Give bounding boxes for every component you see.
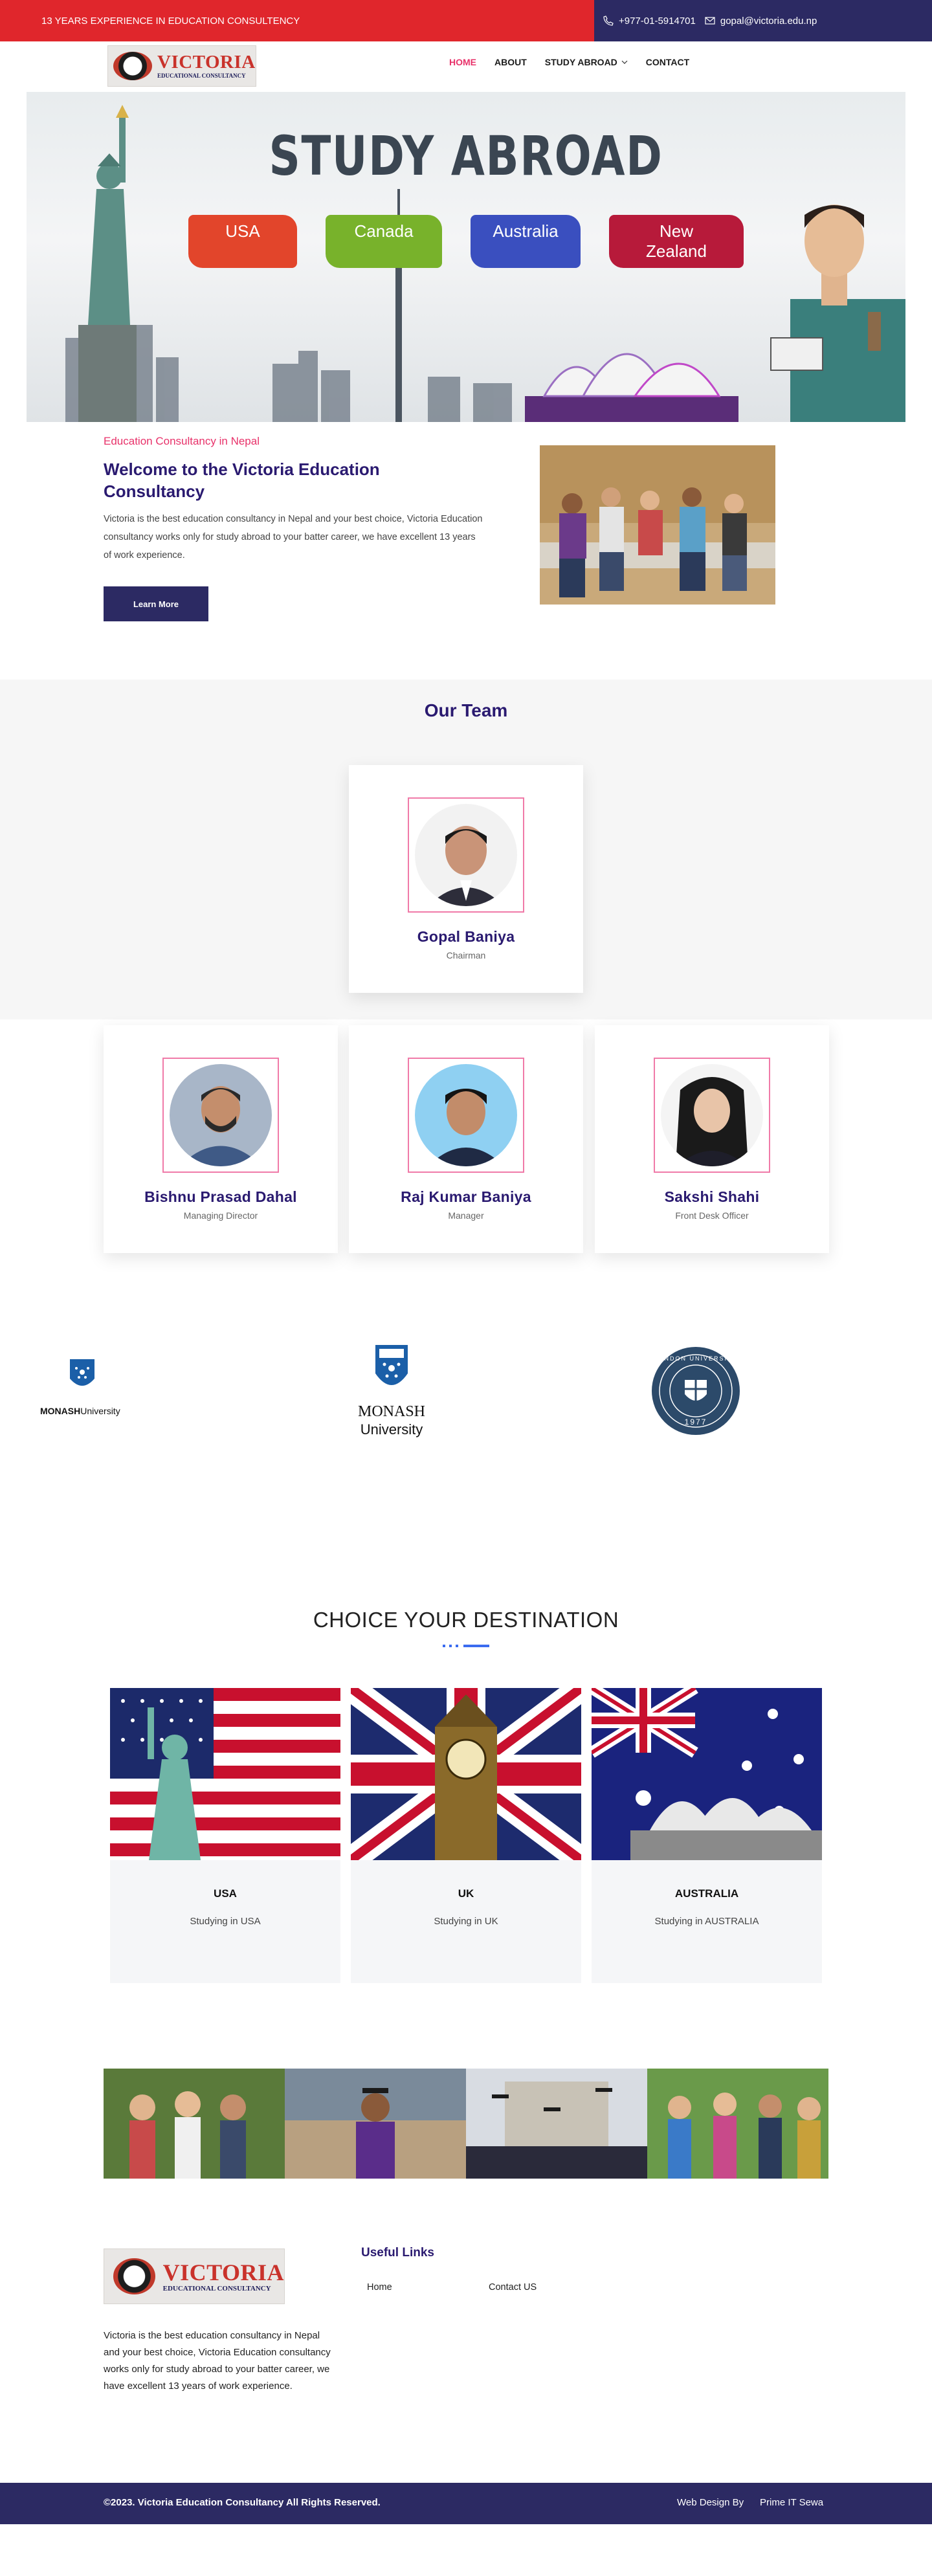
destinations-title: CHOICE YOUR DESTINATION [313, 1608, 619, 1632]
gallery-photo-graduate[interactable] [285, 2069, 466, 2179]
member-name: Sakshi Shahi [664, 1188, 760, 1205]
logo-name: VICTORIA [162, 2259, 284, 2285]
partner-monash-small[interactable]: MONASHUniversity [40, 1357, 124, 1421]
destination-desc: Studying in UK [434, 1916, 498, 1927]
nav-contact[interactable]: CONTACT [646, 57, 689, 67]
seal-text: LONDON UNIVERSITY [654, 1355, 738, 1362]
copyright-bar: ©2023. Victoria Education Consultancy Al… [0, 2483, 932, 2524]
destination-name: UK [458, 1887, 474, 1900]
top-bar: 13 YEARS EXPERIENCE IN EDUCATION CONSULT… [0, 0, 932, 41]
learn-more-button[interactable]: Learn More [104, 586, 208, 621]
logo-tagline: EDUCATIONAL CONSULTANCY [162, 2284, 271, 2293]
site-logo[interactable]: VICTORIA EDUCATIONAL CONSULTANCY [107, 45, 256, 87]
email-link[interactable]: gopal@victoria.edu.np [705, 16, 817, 27]
destination-name: USA [214, 1887, 237, 1900]
destination-desc: Studying in AUSTRALIA [654, 1916, 759, 1927]
site-header: VICTORIA EDUCATIONAL CONSULTANCY HOME AB… [0, 41, 932, 89]
hero-banner: STUDY ABROAD USA Canada Australia New Ze… [27, 92, 905, 422]
title-underline [443, 1645, 489, 1647]
hero-title: STUDY ABROAD [269, 124, 663, 188]
phone-link[interactable]: +977-01-5914701 [603, 16, 696, 27]
footer-link-home[interactable]: Home [367, 2282, 392, 2293]
uk-flag-photo [351, 1688, 581, 1860]
monash-crest-icon [70, 1359, 94, 1386]
destination-card-australia[interactable]: AUSTRALIA Studying in AUSTRALIA [592, 1688, 822, 1983]
gallery-photo-group[interactable] [647, 2069, 828, 2179]
experience-text: 13 YEARS EXPERIENCE IN EDUCATION CONSULT… [41, 15, 300, 27]
member-role: Chairman [446, 950, 486, 960]
main-nav: HOME ABOUT STUDY ABROAD CONTACT [449, 57, 689, 67]
destination-card-usa[interactable]: USA Studying in USA [110, 1688, 340, 1983]
logo-tagline: EDUCATIONAL CONSULTANCY [157, 72, 246, 79]
tag-canada: Canada [326, 215, 442, 268]
member-name: Gopal Baniya [417, 928, 515, 945]
australia-flag-photo [592, 1688, 822, 1860]
destination-desc: Studying in USA [190, 1916, 261, 1927]
team-card-managing-director: Bishnu Prasad Dahal Managing Director [104, 1025, 338, 1253]
member-role: Manager [448, 1210, 484, 1221]
nav-study-abroad[interactable]: STUDY ABROAD [545, 57, 628, 67]
experience-banner: 13 YEARS EXPERIENCE IN EDUCATION CONSULT… [0, 0, 594, 41]
destination-name: AUSTRALIA [674, 1887, 739, 1900]
phone-icon [603, 16, 614, 26]
team-title: Our Team [424, 700, 508, 720]
tag-australia: Australia [471, 215, 581, 268]
member-photo-frame [408, 797, 524, 913]
avatar [170, 1064, 272, 1166]
destination-card-uk[interactable]: UK Studying in UK [351, 1688, 581, 1983]
partner-monash-large[interactable]: MONASH University [350, 1342, 434, 1439]
member-photo-frame [162, 1058, 279, 1173]
nav-home[interactable]: HOME [449, 57, 476, 67]
monash-small-bold: MONASH [40, 1406, 81, 1416]
avatar [661, 1064, 763, 1166]
photo-gallery [104, 2069, 828, 2179]
monash-large-line2: University [360, 1421, 423, 1438]
students-photo [540, 445, 775, 605]
logo-name: VICTORIA [157, 52, 256, 72]
footer-link-contact[interactable]: Contact US [489, 2282, 537, 2293]
about-text: Victoria is the best education consultan… [104, 514, 483, 561]
seal-year: 1977 [684, 1417, 707, 1427]
usa-flag-photo [110, 1688, 340, 1860]
gallery-photo-graduation-caps[interactable] [466, 2069, 647, 2179]
footer-about-text: Victoria is the best education consultan… [104, 2330, 331, 2392]
nav-study-abroad-label: STUDY ABROAD [544, 57, 617, 67]
email-address: gopal@victoria.edu.np [720, 15, 817, 27]
chevron-down-icon [621, 60, 628, 64]
copyright-text: ©2023. Victoria Education Consultancy Al… [104, 2497, 381, 2508]
phone-number: +977-01-5914701 [619, 15, 696, 27]
useful-links-title: Useful Links [361, 2246, 434, 2260]
member-role: Managing Director [183, 1210, 258, 1221]
member-name: Bishnu Prasad Dahal [144, 1188, 297, 1205]
team-card-manager: Raj Kumar Baniya Manager [349, 1025, 583, 1253]
credit-link[interactable]: Prime IT Sewa [760, 2497, 823, 2508]
contact-strip: +977-01-5914701 gopal@victoria.edu.np [594, 0, 932, 41]
hero-country-tags: USA Canada Australia New Zealand [27, 215, 905, 268]
credit-text: Web Design By [677, 2497, 744, 2508]
logo-emblem-icon [113, 52, 152, 80]
tag-new-zealand: New Zealand [609, 215, 744, 268]
nav-about[interactable]: ABOUT [494, 57, 527, 67]
gallery-photo-students[interactable] [104, 2069, 285, 2179]
monash-large-line1: MONASH [357, 1403, 425, 1420]
tag-usa: USA [188, 215, 297, 268]
partner-university-seal[interactable]: LONDON UNIVERSITY 1977 [651, 1346, 740, 1436]
avatar [415, 804, 517, 906]
member-photo-frame [408, 1058, 524, 1173]
about-subtitle: Education Consultancy in Nepal [104, 435, 260, 447]
monash-crest-icon [375, 1345, 408, 1385]
footer-logo[interactable]: VICTORIA EDUCATIONAL CONSULTANCY [104, 2248, 285, 2304]
logo-emblem-icon [113, 2258, 155, 2294]
team-card-chairman: Gopal Baniya Chairman [349, 765, 583, 993]
member-role: Front Desk Officer [675, 1210, 749, 1221]
member-photo-frame [654, 1058, 770, 1173]
member-name: Raj Kumar Baniya [401, 1188, 531, 1205]
about-title: Welcome to the Victoria Education Consul… [104, 460, 380, 501]
team-card-front-desk: Sakshi Shahi Front Desk Officer [595, 1025, 829, 1253]
monash-small-rest: University [80, 1406, 120, 1416]
mail-icon [705, 17, 715, 25]
avatar [415, 1064, 517, 1166]
